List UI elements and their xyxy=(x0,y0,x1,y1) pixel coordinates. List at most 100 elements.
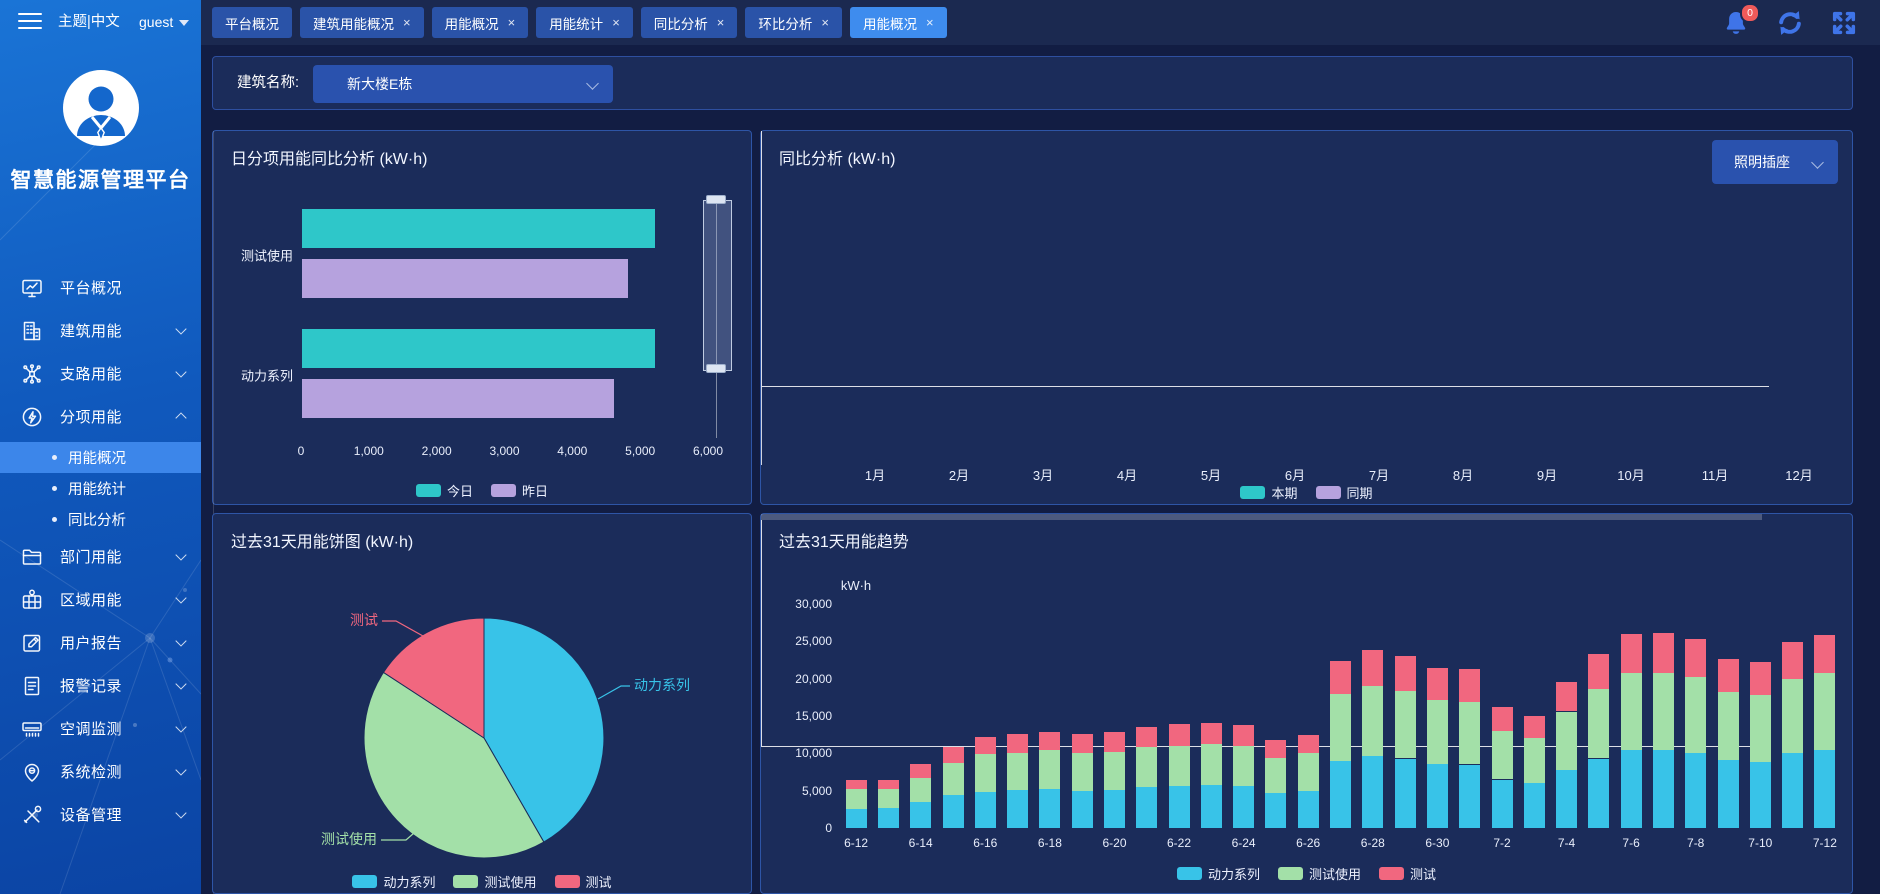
sidebar-item-设备管理[interactable]: 设备管理 xyxy=(0,793,201,836)
sidebar-item-label: 设备管理 xyxy=(60,804,122,825)
x-axis-label: 4月 xyxy=(1117,465,1137,484)
sidebar-item-部门用能[interactable]: 部门用能 xyxy=(0,535,201,578)
sidebar-item-用户报告[interactable]: 用户报告 xyxy=(0,621,201,664)
x-axis-tick xyxy=(761,459,762,465)
legend-item[interactable]: 测试使用 xyxy=(1278,864,1361,883)
stack-bar-7-12-测试 xyxy=(1814,635,1835,674)
tab[interactable]: 建筑用能概况× xyxy=(300,7,424,38)
chevron-down-icon xyxy=(175,678,186,689)
tab-label: 同比分析 xyxy=(654,13,708,33)
stack-bar-7-10-动力系列 xyxy=(1750,762,1771,829)
legend-item[interactable]: 测试使用 xyxy=(453,872,536,891)
sidebar-item-label: 分项用能 xyxy=(60,406,122,427)
x-axis-label: 12月 xyxy=(1785,465,1812,484)
x-axis-label: 6-18 xyxy=(1038,836,1062,850)
sidebar-item-区域用能[interactable]: 区域用能 xyxy=(0,578,201,621)
theme-language-switch[interactable]: 主题|中文 xyxy=(58,0,120,45)
tab-close-icon[interactable]: × xyxy=(717,16,725,29)
stack-bar-7-1-测试 xyxy=(1459,669,1480,702)
tab-close-icon[interactable]: × xyxy=(403,16,411,29)
tab-close-icon[interactable]: × xyxy=(821,16,829,29)
legend-swatch xyxy=(453,875,478,888)
fullscreen-button[interactable] xyxy=(1830,9,1858,37)
x-axis-line xyxy=(761,746,1762,747)
stack-bar-6-23-测试使用 xyxy=(1201,744,1222,785)
notifications-button[interactable]: 0 xyxy=(1722,9,1750,37)
sidebar-item-label: 系统检测 xyxy=(60,761,122,782)
tab[interactable]: 同比分析 × xyxy=(641,7,738,38)
sidebar-item-分项用能[interactable]: 分项用能 xyxy=(0,395,201,438)
tab-label: 用能概况 xyxy=(445,13,499,33)
building-select[interactable]: 新大楼E栋 xyxy=(313,65,613,103)
stack-bar-6-17-测试使用 xyxy=(1007,753,1028,790)
legend-item[interactable]: 测试 xyxy=(555,872,612,891)
stack-bar-6-27-动力系列 xyxy=(1330,761,1351,828)
chevron-up-icon xyxy=(175,412,186,423)
panel-daily-comparison: 日分项用能同比分析 (kW·h) 测试使用动力系列01,0002,0003,00… xyxy=(212,130,752,505)
sidebar-item-平台概况[interactable]: 平台概况 xyxy=(0,266,201,309)
tab[interactable]: 平台概况 xyxy=(212,7,292,38)
x-axis-label: 6-22 xyxy=(1167,836,1191,850)
sidebar-item-支路用能[interactable]: 支路用能 xyxy=(0,352,201,395)
tab[interactable]: 用能概况 × xyxy=(432,7,529,38)
x-axis-label: 6-20 xyxy=(1102,836,1126,850)
chevron-down-icon xyxy=(175,549,186,560)
stack-bar-7-7-测试使用 xyxy=(1653,673,1674,750)
bar-动力系列-今日 xyxy=(302,329,655,368)
legend-item[interactable]: 昨日 xyxy=(491,481,548,500)
x-axis-label: 7-10 xyxy=(1748,836,1772,850)
x-axis-label: 6-30 xyxy=(1425,836,1449,850)
stack-bar-6-19-测试使用 xyxy=(1072,753,1093,790)
datazoom-handle-top[interactable] xyxy=(706,195,726,204)
stack-bar-6-26-动力系列 xyxy=(1298,791,1319,828)
stack-bar-6-28-动力系列 xyxy=(1362,756,1383,828)
sidebar-item-建筑用能[interactable]: 建筑用能 xyxy=(0,309,201,352)
stack-bar-6-30-测试 xyxy=(1427,668,1448,701)
tab[interactable]: 环比分析× xyxy=(745,7,842,38)
stack-bar-6-14-测试使用 xyxy=(910,778,931,802)
stack-bar-7-2-测试使用 xyxy=(1492,731,1513,780)
user-avatar-icon xyxy=(63,70,139,146)
sidebar-item-报警记录[interactable]: 报警记录 xyxy=(0,664,201,707)
chart-legend: 动力系列测试使用测试 xyxy=(213,872,751,891)
sidebar-subitem-同比分析[interactable]: 同比分析 xyxy=(0,504,201,535)
menu-toggle-button[interactable] xyxy=(18,13,42,34)
legend-label: 昨日 xyxy=(522,481,548,500)
sidebar-item-系统检测[interactable]: 系统检测 xyxy=(0,750,201,793)
legend-item[interactable]: 测试 xyxy=(1379,864,1436,883)
datazoom-selection[interactable] xyxy=(703,200,732,371)
stack-bar-6-30-动力系列 xyxy=(1427,764,1448,828)
x-axis-label: 7-12 xyxy=(1813,836,1837,850)
x-axis-label: 0 xyxy=(298,444,305,458)
stack-bar-6-13-测试 xyxy=(878,780,899,790)
energy-pie-chart: 动力系列测试使用测试动力系列测试使用测试 xyxy=(213,514,751,893)
sidebar-top: 主题|中文 guest xyxy=(0,0,201,45)
legend-item[interactable]: 今日 xyxy=(416,481,473,500)
legend-item[interactable]: 同期 xyxy=(1316,483,1373,502)
stack-bar-7-8-测试 xyxy=(1685,639,1706,677)
pie-label-line xyxy=(598,686,630,699)
legend-item[interactable]: 动力系列 xyxy=(352,872,435,891)
stack-bar-7-9-动力系列 xyxy=(1718,760,1739,828)
bar-动力系列-昨日 xyxy=(302,379,614,418)
legend-swatch xyxy=(1278,867,1303,880)
tab-close-icon[interactable]: × xyxy=(612,16,620,29)
stack-bar-7-10-测试使用 xyxy=(1750,695,1771,762)
stack-bar-7-3-测试 xyxy=(1524,716,1545,738)
refresh-button[interactable] xyxy=(1776,9,1804,37)
sidebar-subitem-用能统计[interactable]: 用能统计 xyxy=(0,473,201,504)
user-menu[interactable]: guest xyxy=(139,0,189,45)
legend-label: 动力系列 xyxy=(1208,864,1260,883)
y-axis-label: 5,000 xyxy=(761,784,832,798)
datazoom-handle-bottom[interactable] xyxy=(706,364,726,373)
tab-close-icon[interactable]: × xyxy=(508,16,516,29)
sidebar-subitem-label: 用能概况 xyxy=(68,447,126,468)
tab-close-icon[interactable]: × xyxy=(926,16,934,29)
sidebar-subitem-用能概况[interactable]: 用能概况 xyxy=(0,442,201,473)
legend-item[interactable]: 本期 xyxy=(1240,483,1297,502)
sidebar-item-空调监测[interactable]: 空调监测 xyxy=(0,707,201,750)
tab[interactable]: 用能统计× xyxy=(536,7,633,38)
x-axis-label: 5月 xyxy=(1201,465,1221,484)
tab-active[interactable]: 用能概况× xyxy=(850,7,947,38)
legend-item[interactable]: 动力系列 xyxy=(1177,864,1260,883)
